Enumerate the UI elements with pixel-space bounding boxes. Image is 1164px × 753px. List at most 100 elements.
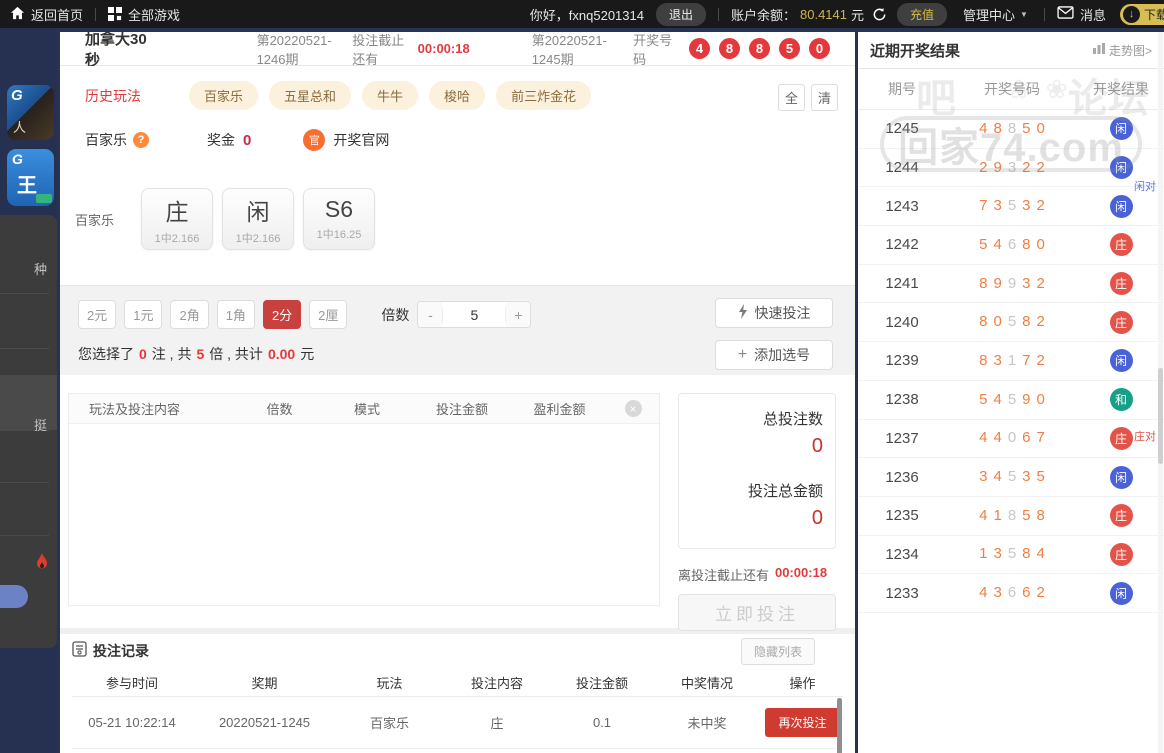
slip-countdown: 00:00:18 — [775, 565, 828, 580]
result-outcome: 闲闲对 — [1078, 156, 1164, 193]
recharge-button[interactable]: 充值 — [897, 2, 948, 26]
last-draw-info: 第20220521-1245期 开奖号码 — [532, 30, 676, 68]
result-digit: 4 — [993, 235, 1002, 253]
bet-options-row: 百家乐 庄 1中2.166 闲 1中2.166 S6 1中16.25 — [60, 188, 855, 250]
result-ball: 0 — [809, 38, 831, 59]
result-badge: 闲 — [1109, 581, 1133, 605]
bet-record-row: 05-21 10:22:14 20220521-1245 百家乐 庄 0.1 未中奖 再次投… — [72, 697, 843, 749]
tab-history-play[interactable]: 历史玩法 — [85, 86, 141, 106]
download-label: 下载 — [1143, 7, 1164, 22]
result-digit: 8 — [1022, 313, 1031, 331]
clear-slip-icon[interactable]: × — [624, 400, 642, 417]
result-badge: 闲 — [1109, 465, 1133, 489]
bet-option-odds: 1中2.166 — [154, 232, 200, 245]
bet-option-odds: 1中2.166 — [235, 232, 281, 245]
result-outcome: 庄 — [1078, 272, 1164, 296]
totals-box: 总投注数 0 投注总金额 0 — [678, 393, 836, 549]
help-icon[interactable]: ? — [133, 132, 149, 148]
game-logo-1-art: 人 — [13, 120, 27, 135]
submit-bet-button[interactable]: 立即投注 — [678, 594, 836, 631]
quick-bet-button[interactable]: 快速投注 — [715, 298, 833, 328]
sidebar-item-partial[interactable]: 种 — [34, 259, 47, 278]
multiplier-label: 倍数 — [381, 306, 410, 323]
bet-records-rows: 05-21 10:22:14 20220521-1245 百家乐 庄 0.1 未中奖 再次投… — [72, 697, 843, 749]
result-digits: 41858 — [946, 507, 1078, 525]
admin-center-menu[interactable]: 管理中心 ▼ — [963, 5, 1028, 24]
result-badge: 庄 — [1109, 504, 1133, 528]
record-column-header: 玩法 — [376, 675, 403, 691]
refresh-icon[interactable] — [872, 7, 887, 22]
official-site-link[interactable]: 开奖官网 — [333, 130, 389, 150]
rebet-button[interactable]: 再次投注 — [765, 708, 840, 737]
messages-button[interactable]: 消息 — [1057, 5, 1106, 24]
bet-option-S6[interactable]: S6 1中16.25 — [303, 188, 375, 250]
tab-game-3[interactable]: 梭哈 — [429, 81, 486, 110]
select-all-button[interactable]: 全 — [778, 84, 805, 111]
result-ball: 4 — [689, 38, 711, 59]
result-extra-label: 闲对 — [1134, 181, 1156, 194]
sidebar-item-partial[interactable]: 挺 — [34, 415, 47, 434]
game-logo-1[interactable]: G 人 — [7, 85, 54, 140]
hide-list-button[interactable]: 隐藏列表 — [740, 637, 815, 665]
add-numbers-button[interactable]: + 添加选号 — [715, 340, 833, 370]
result-outcome: 庄庄对 — [1078, 426, 1164, 450]
tab-game-0[interactable]: 百家乐 — [189, 81, 259, 110]
result-period: 1238 — [885, 391, 919, 409]
unit-chip-1角[interactable]: 1角 — [216, 300, 255, 329]
countdown-timer: 00:00:18 — [417, 41, 470, 56]
result-digit: 6 — [1022, 584, 1031, 602]
bet-option-庄[interactable]: 庄 1中2.166 — [141, 188, 213, 250]
tab-game-2[interactable]: 牛牛 — [362, 81, 419, 110]
bet-option-闲[interactable]: 闲 1中2.166 — [222, 188, 294, 250]
bet-group-label: 百家乐 — [75, 212, 115, 228]
result-digit: 5 — [1022, 506, 1031, 524]
unit-chip-2厘[interactable]: 2厘 — [309, 300, 348, 329]
tab-game-4[interactable]: 前三炸金花 — [496, 81, 592, 110]
multiplier-plus-button[interactable]: + — [506, 302, 531, 327]
result-digit: 4 — [993, 429, 1002, 447]
slip-column-header: 模式 — [353, 402, 380, 417]
admin-center-label: 管理中心 — [963, 7, 1016, 23]
back-home-link[interactable]: 返回首页 — [31, 5, 83, 24]
total-bets-label: 总投注数 — [762, 411, 823, 428]
result-digit: 8 — [979, 313, 988, 331]
slip-column-header: 盈利金额 — [533, 402, 586, 417]
unit-chip-2元[interactable]: 2元 — [78, 300, 117, 329]
result-digit: 2 — [1036, 313, 1045, 331]
download-button[interactable]: ↓ 下载 — [1119, 3, 1164, 25]
result-row: 1241 8 9 9 3 2 庄 — [858, 265, 1164, 304]
unit-chip-1元[interactable]: 1元 — [124, 300, 163, 329]
result-digit: 2 — [979, 158, 988, 176]
result-outcome: 闲 — [1078, 349, 1164, 373]
clear-selection-button[interactable]: 清 — [811, 84, 838, 111]
trend-chart-link[interactable]: 走势图> — [1092, 42, 1152, 59]
multiplier-value[interactable]: 5 — [442, 306, 507, 323]
result-digit: 3 — [993, 584, 1002, 602]
summary-text: 倍 , 共计 — [209, 346, 263, 362]
logout-button[interactable]: 退出 — [655, 2, 706, 26]
all-games-link[interactable]: 全部游戏 — [128, 5, 180, 24]
sidebar-pill-button[interactable] — [0, 585, 28, 608]
result-period: 1236 — [885, 468, 919, 486]
total-amount-value: 0 — [811, 507, 823, 529]
result-digit: 2 — [1036, 158, 1045, 176]
results-scrollbar[interactable] — [1158, 32, 1163, 753]
game-logo-2[interactable]: G 王 — [7, 149, 54, 206]
result-badge: 庄 — [1109, 310, 1133, 334]
tab-game-1[interactable]: 五星总和 — [269, 81, 352, 110]
game-tabs-row: 历史玩法 百家乐 五星总和 牛牛 梭哈 前三炸金花 — [60, 66, 855, 110]
records-scrollbar[interactable] — [837, 698, 842, 753]
record-column-header: 操作 — [789, 675, 816, 691]
unit-chip-2分[interactable]: 2分 — [262, 300, 302, 329]
sidebar-menu-active-item[interactable] — [0, 375, 57, 430]
main-content: 加拿大30秒 第20220521-1246期 投注截止还有 00:00:18 第… — [60, 28, 855, 753]
multiplier-minus-button[interactable]: - — [418, 302, 443, 327]
result-digit: 5 — [979, 235, 988, 253]
result-row: 1234 1 3 5 8 4 庄 — [858, 536, 1164, 575]
unit-chip-2角[interactable]: 2角 — [170, 300, 209, 329]
trend-chart-icon — [1092, 43, 1105, 57]
result-digit: 8 — [993, 119, 1002, 137]
result-period: 1240 — [885, 313, 919, 331]
result-period: 1241 — [885, 275, 919, 293]
result-digit: 5 — [1007, 197, 1017, 215]
